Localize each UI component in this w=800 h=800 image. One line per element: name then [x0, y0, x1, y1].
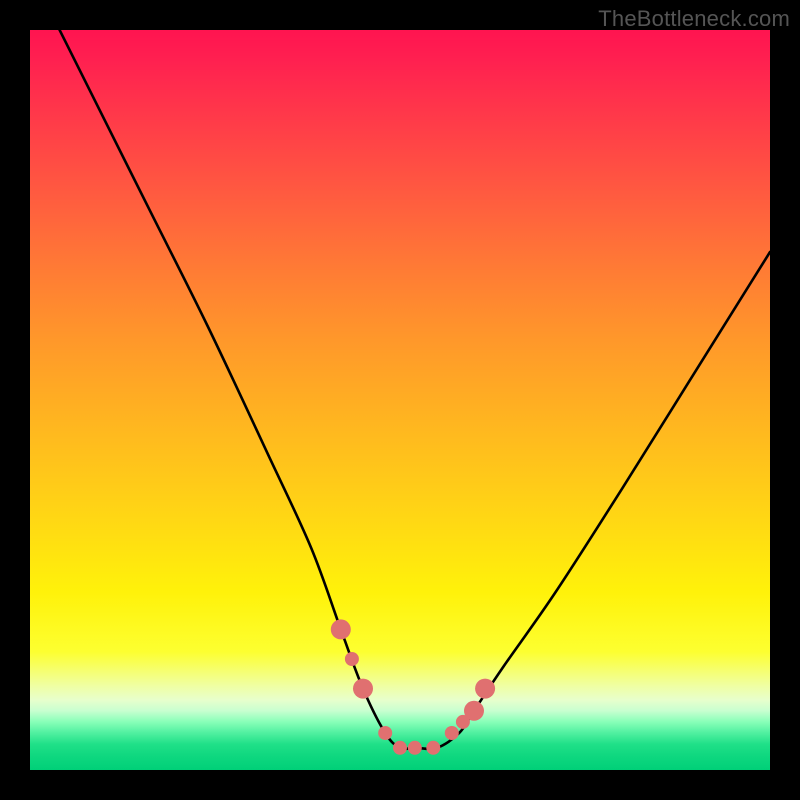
marker-dot — [445, 726, 459, 740]
marker-dot — [426, 741, 440, 755]
marker-dot — [393, 741, 407, 755]
chart-frame — [30, 30, 770, 770]
chart-svg — [30, 30, 770, 770]
marker-dot — [345, 652, 359, 666]
marker-dot — [353, 679, 373, 699]
marker-dot — [408, 741, 422, 755]
marker-dot — [378, 726, 392, 740]
marker-group — [331, 619, 495, 754]
marker-dot — [475, 679, 495, 699]
marker-dot — [331, 619, 351, 639]
marker-dot — [464, 701, 484, 721]
bottleneck-curve — [30, 30, 770, 749]
watermark-text: TheBottleneck.com — [598, 6, 790, 32]
